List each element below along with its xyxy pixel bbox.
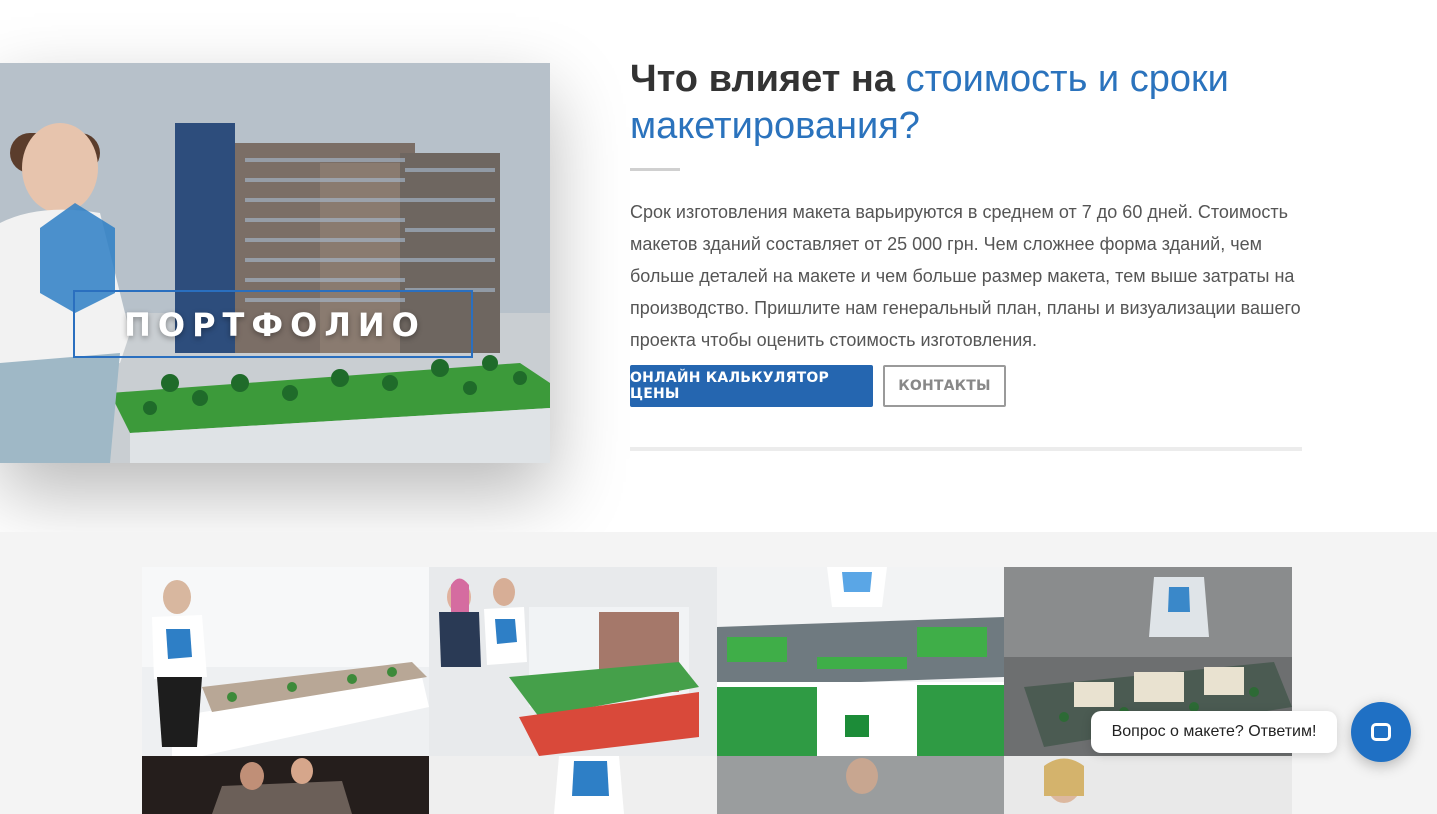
- gallery-photo-3[interactable]: [717, 567, 1004, 756]
- section-divider: [630, 447, 1302, 451]
- gallery-photo-8[interactable]: [1004, 756, 1292, 814]
- contacts-button[interactable]: КОНТАКТЫ: [883, 365, 1006, 407]
- chat-icon: [1371, 723, 1391, 741]
- gallery-photo-7[interactable]: [717, 756, 1004, 814]
- gallery-photo-2[interactable]: [429, 567, 717, 756]
- gallery-photo-6[interactable]: [429, 756, 717, 814]
- portfolio-image[interactable]: ПОРТФОЛИО: [0, 63, 550, 463]
- portfolio-label[interactable]: ПОРТФОЛИО: [0, 306, 550, 344]
- heading-plain: Что влияет на: [630, 58, 895, 100]
- model-photo: [0, 63, 550, 463]
- chat-prompt[interactable]: Вопрос о макете? Ответим!: [1091, 711, 1337, 753]
- section-description: Срок изготовления макета варьируются в с…: [630, 202, 1301, 350]
- chat-button[interactable]: [1351, 702, 1411, 762]
- gallery-photo-1[interactable]: [142, 567, 429, 756]
- gallery-photo-5[interactable]: [142, 756, 429, 814]
- section-heading: Что влияет на стоимость и сроки макетиро…: [630, 56, 1330, 150]
- price-calculator-button[interactable]: ОНЛАЙН КАЛЬКУЛЯТОР ЦЕНЫ: [630, 365, 873, 407]
- heading-divider: [630, 168, 680, 171]
